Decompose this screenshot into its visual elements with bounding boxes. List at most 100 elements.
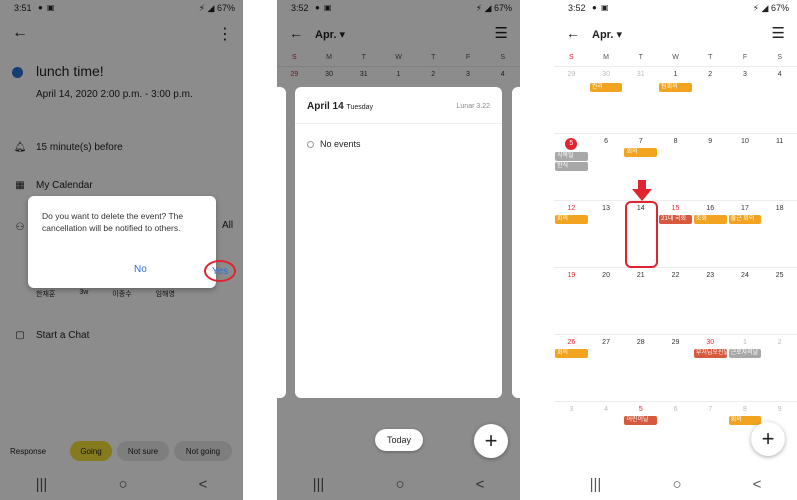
day-cell[interactable]: 5 식목일 한식: [554, 134, 589, 200]
not-going-button[interactable]: Not going: [174, 441, 232, 461]
day-cell[interactable]: 9: [693, 134, 728, 200]
day-cell[interactable]: 23: [693, 268, 728, 334]
add-event-button[interactable]: +: [751, 422, 785, 456]
event-chip[interactable]: 회의: [555, 215, 588, 224]
day-cell[interactable]: 28: [623, 335, 658, 401]
event-chip[interactable]: 권리: [589, 83, 623, 92]
day-cell[interactable]: 15 21대 국회: [658, 201, 693, 267]
day-cell[interactable]: 4: [762, 67, 797, 133]
day-cell[interactable]: 30 권리: [589, 67, 624, 133]
day-cell[interactable]: 1 근로자의날: [728, 335, 763, 401]
back-arrow-icon[interactable]: ←: [289, 25, 303, 41]
system-nav-bar: ||| ○ <: [554, 468, 797, 500]
chat-row[interactable]: ▢ Start a Chat: [12, 330, 89, 341]
event-detail-screen: 3:51 ● ▣ ⚡ ◢ 67% ← ⋮ lunch time! April 1…: [0, 0, 243, 500]
back-nav-icon[interactable]: <: [476, 476, 485, 493]
day-cell[interactable]: 30 부처님오신날: [693, 335, 728, 401]
day-cell[interactable]: 29: [658, 335, 693, 401]
going-button[interactable]: Going: [70, 441, 112, 461]
event-chip[interactable]: 식목일: [555, 152, 588, 161]
event-chip[interactable]: 회의: [624, 148, 658, 157]
day-cell[interactable]: 29: [554, 67, 589, 133]
day-cell[interactable]: 6: [658, 402, 693, 468]
day-cell[interactable]: 13: [589, 201, 624, 267]
highlight-box: [625, 201, 658, 268]
day-cell[interactable]: 2: [693, 67, 728, 133]
recent-apps-icon[interactable]: |||: [36, 476, 48, 493]
attendee: 한재훈: [36, 291, 56, 298]
day-cell[interactable]: 31: [623, 67, 658, 133]
event-chip[interactable]: 21대 국회: [659, 215, 692, 224]
add-event-button[interactable]: +: [474, 424, 508, 458]
day-cell[interactable]: 3: [728, 67, 763, 133]
more-options-icon[interactable]: ⋮: [217, 24, 233, 44]
day-cell[interactable]: 1 팀회의: [658, 67, 693, 133]
event-chip[interactable]: 한식: [555, 162, 588, 171]
day-cell[interactable]: 5 어린이날: [623, 402, 658, 468]
notification-icons: ● ▣: [315, 3, 333, 12]
day-cell[interactable]: 12 회의: [554, 201, 589, 267]
not-sure-button[interactable]: Not sure: [117, 441, 169, 461]
attendee: 이종수: [112, 291, 132, 298]
back-arrow-icon[interactable]: ←: [12, 24, 28, 42]
no-button[interactable]: No: [134, 264, 147, 275]
recent-apps-icon[interactable]: |||: [313, 476, 325, 493]
back-arrow-icon[interactable]: ←: [566, 25, 580, 41]
month-selector[interactable]: Apr. ▾: [315, 28, 345, 41]
back-nav-icon[interactable]: <: [199, 476, 208, 493]
day-cell[interactable]: 22: [658, 268, 693, 334]
day-cell[interactable]: 19: [554, 268, 589, 334]
day-cell[interactable]: 25: [762, 268, 797, 334]
weekday-label: T: [708, 54, 713, 61]
event-title: lunch time!: [36, 63, 104, 79]
reminder-row[interactable]: 🔔︎ 15 minute(s) before: [12, 142, 123, 153]
day-cell[interactable]: 11: [762, 134, 797, 200]
day-cell[interactable]: 10: [728, 134, 763, 200]
calendar-header: ← Apr. ▾ ☰: [554, 22, 797, 48]
next-day-card[interactable]: [512, 87, 520, 398]
event-chip[interactable]: 회의: [555, 349, 588, 358]
calendar-row[interactable]: ▦ My Calendar: [12, 180, 92, 191]
day-cell[interactable]: 27: [589, 335, 624, 401]
day-cell[interactable]: 3: [554, 402, 589, 468]
see-all-link[interactable]: All: [222, 220, 233, 231]
day-cell[interactable]: 26 회의: [554, 335, 589, 401]
menu-icon[interactable]: ☰: [772, 24, 785, 42]
event-chip[interactable]: 팀회의: [659, 83, 692, 92]
attendee: 임해영: [155, 291, 175, 298]
event-chip[interactable]: 출근 회의: [728, 215, 762, 224]
menu-icon[interactable]: ☰: [495, 24, 508, 42]
weekday-label: T: [431, 54, 436, 61]
day-cell[interactable]: 24: [728, 268, 763, 334]
day-cell[interactable]: 7: [693, 402, 728, 468]
recent-apps-icon[interactable]: |||: [590, 476, 602, 493]
weekday-label: M: [603, 54, 609, 61]
event-chip[interactable]: 어린이날: [624, 416, 658, 425]
home-icon[interactable]: ○: [395, 476, 404, 493]
weekday-label: S: [777, 54, 782, 61]
day-cell[interactable]: 8: [658, 134, 693, 200]
status-battery: ⚡ ◢ 67%: [198, 3, 235, 13]
day-cell[interactable]: 16 조회: [693, 201, 728, 267]
day-cell[interactable]: 6: [589, 134, 624, 200]
day-cell[interactable]: 4: [589, 402, 624, 468]
day-cell[interactable]: 18: [762, 201, 797, 267]
home-icon[interactable]: ○: [672, 476, 681, 493]
yes-button[interactable]: Yes: [204, 260, 236, 282]
home-icon[interactable]: ○: [118, 476, 127, 493]
day-cell[interactable]: 17 출근 회의: [728, 201, 763, 267]
event-chip[interactable]: 부처님오신날: [693, 349, 727, 358]
back-nav-icon[interactable]: <: [753, 476, 762, 493]
today-button[interactable]: Today: [375, 429, 423, 451]
event-chip[interactable]: 조회: [693, 215, 727, 224]
empty-circle-icon: [307, 140, 314, 148]
month-view-screen: 3:52 ● ▣ ⚡ ◢ 67% ← Apr. ▾ ☰ S M T W T F …: [554, 0, 797, 500]
event-chip[interactable]: 근로자의날: [728, 349, 762, 358]
previous-day-card[interactable]: [277, 87, 286, 398]
month-selector[interactable]: Apr. ▾: [592, 28, 622, 41]
event-chip[interactable]: 회의: [728, 416, 762, 425]
day-cell[interactable]: 21: [623, 268, 658, 334]
day-cell[interactable]: 20: [589, 268, 624, 334]
day-cell[interactable]: 2: [762, 335, 797, 401]
notification-icons: ● ▣: [592, 3, 610, 12]
